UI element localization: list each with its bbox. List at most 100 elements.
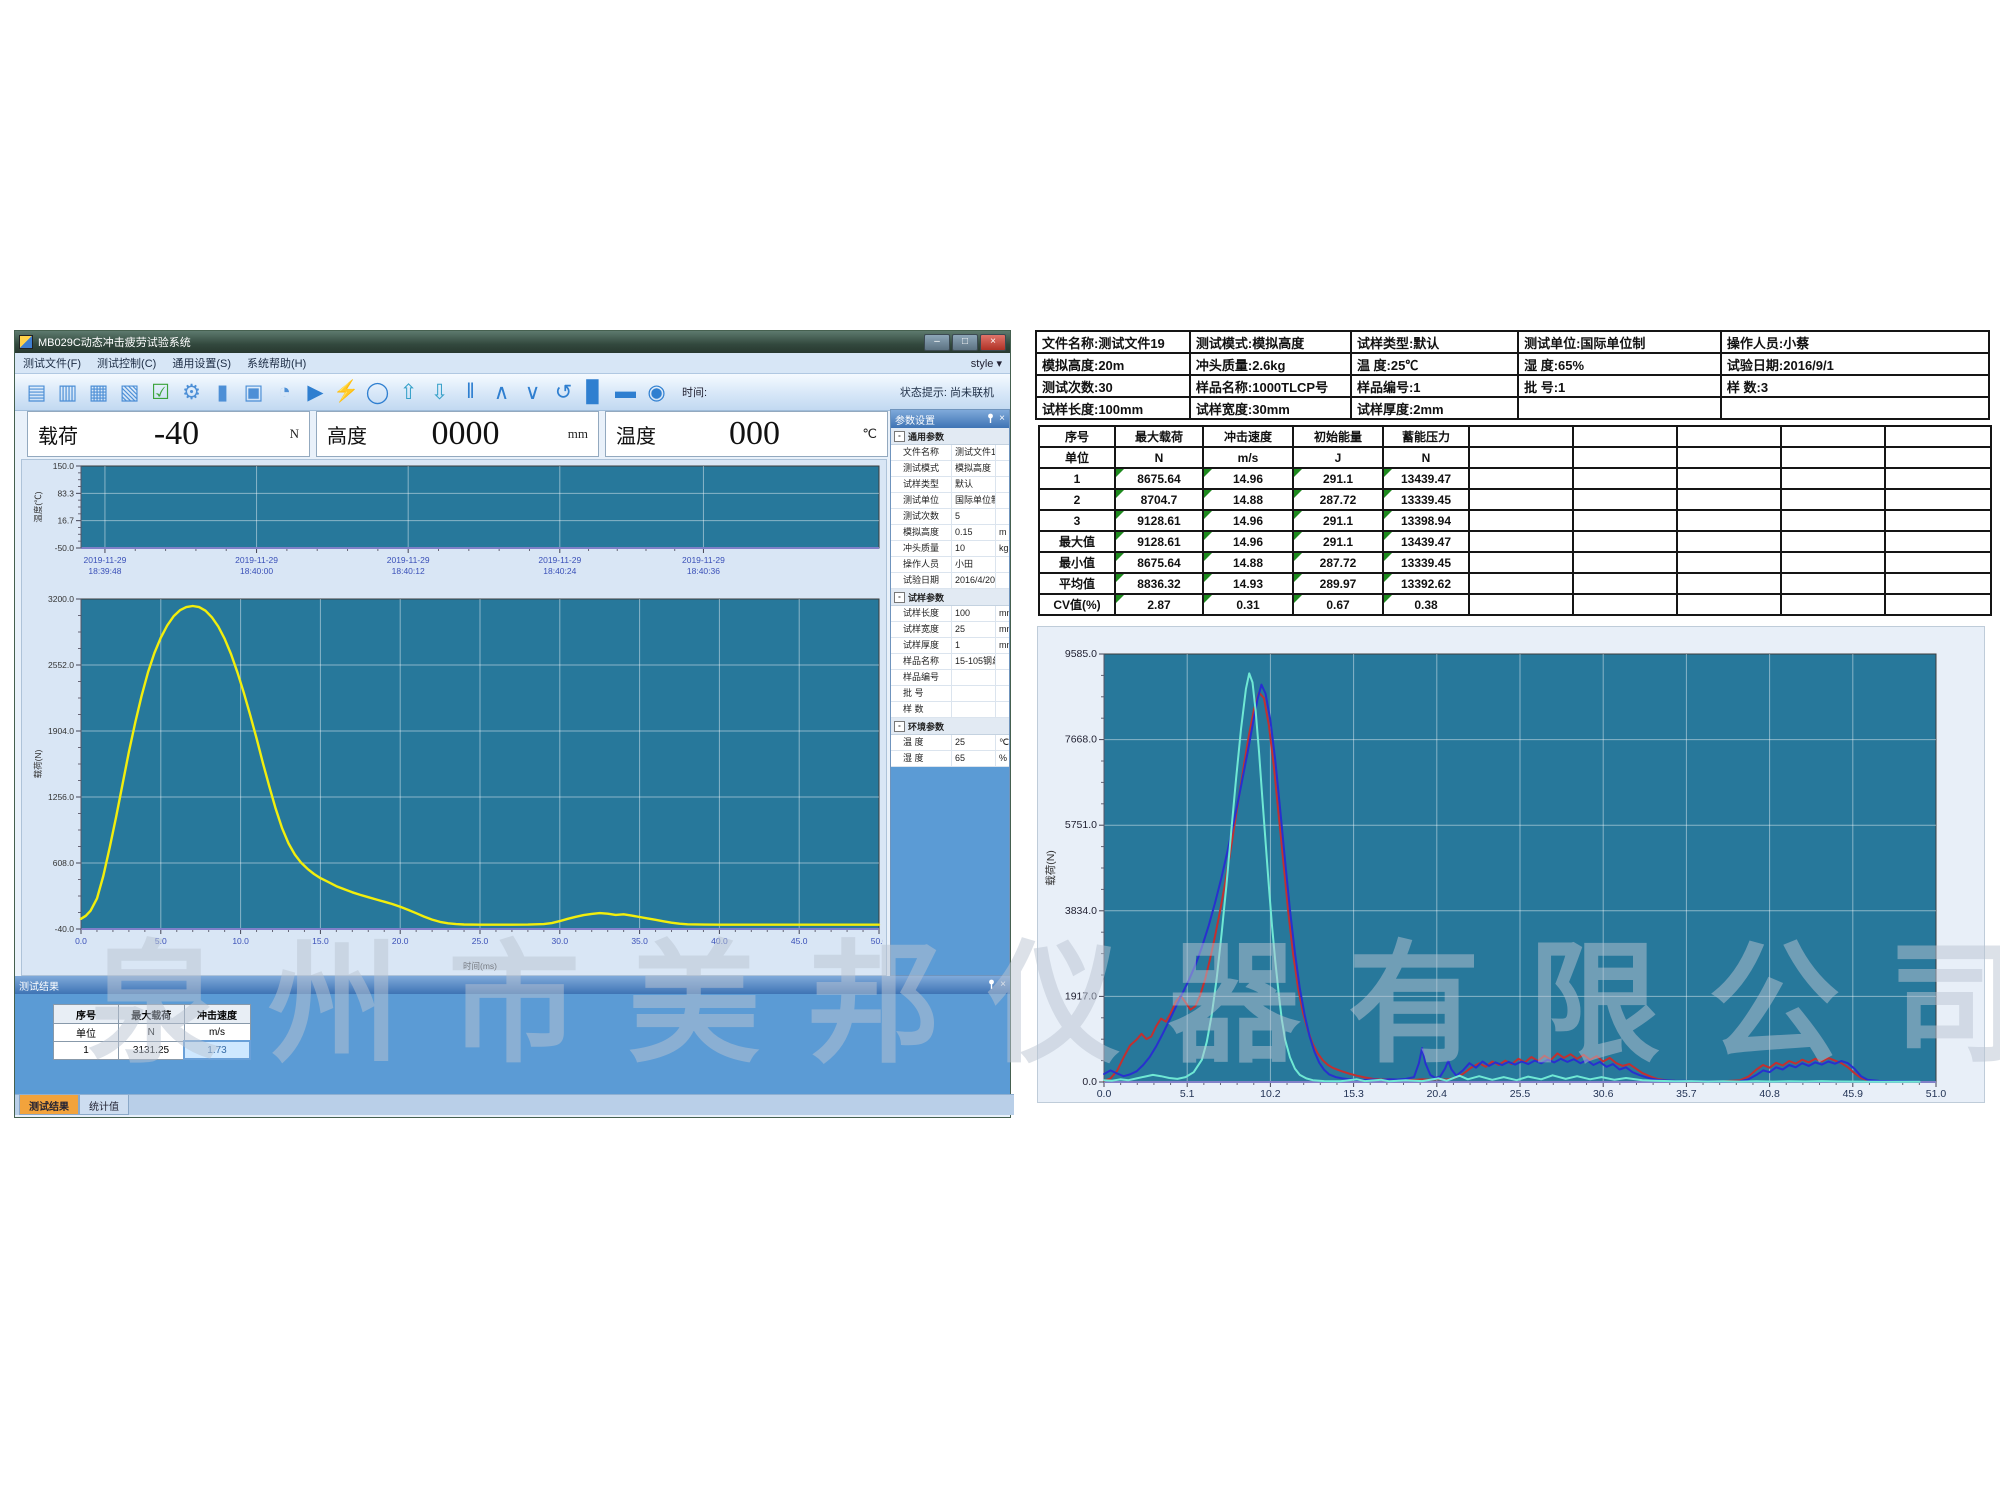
pause-icon[interactable]: ‖ (455, 377, 486, 407)
param-row[interactable]: 试验日期2016/4/20 (891, 573, 1009, 589)
cell-flag-triangle (1204, 532, 1212, 540)
move-up-icon[interactable]: ⇧ (393, 377, 424, 407)
pin-icon[interactable] (987, 979, 996, 992)
save-icon[interactable]: ▦ (83, 377, 114, 407)
chart-panel-icon[interactable]: ▬ (610, 377, 641, 407)
close-file-icon[interactable]: ▧ (114, 377, 145, 407)
return-undo-icon[interactable]: ↺ (548, 377, 579, 407)
menu-item-3[interactable]: 系统帮助(H) (247, 355, 306, 371)
param-value[interactable]: 2016/4/20 (952, 573, 996, 588)
param-row[interactable]: 测试次数5 (891, 509, 1009, 525)
svg-text:0.0: 0.0 (75, 936, 87, 946)
param-value[interactable]: 65 (952, 751, 996, 766)
cell-flag-triangle (1116, 532, 1124, 540)
temperature-strip-chart: 150.083.316.7-50.02019-11-2918:39:482019… (25, 462, 883, 596)
collapse-icon[interactable]: - (894, 431, 905, 442)
param-row[interactable]: 湿 度65% (891, 751, 1009, 767)
param-row[interactable]: 试样长度100mm (891, 606, 1009, 622)
close-icon[interactable]: × (999, 414, 1005, 424)
table-row: 试样长度:100mm试样宽度:30mm试样厚度:2mm (1036, 397, 1989, 419)
param-value[interactable]: 15-105钢丝带 (952, 654, 996, 669)
data-cell (1781, 552, 1885, 573)
clean-brush-icon[interactable]: ⚡ (331, 377, 362, 407)
param-value[interactable]: 5 (952, 509, 996, 524)
close-icon[interactable]: × (1000, 980, 1006, 990)
jog-down-icon[interactable]: ∨ (517, 377, 548, 407)
param-value[interactable]: 小田 (952, 557, 996, 572)
settings-gear-icon[interactable]: ⚙ (176, 377, 207, 407)
svg-text:温度(℃): 温度(℃) (33, 491, 43, 522)
param-value[interactable]: 测试文件1 (952, 445, 996, 460)
param-unit: mm (996, 606, 1009, 621)
close-button[interactable]: × (980, 334, 1006, 351)
open-file-icon[interactable]: ▥ (52, 377, 83, 407)
param-row[interactable]: 冲头质量10kg (891, 541, 1009, 557)
svg-text:18:39:48: 18:39:48 (88, 566, 121, 576)
data-cell: 3 (1039, 510, 1115, 531)
tab-results[interactable]: 测试结果 (19, 1095, 79, 1115)
param-row[interactable]: 文件名称测试文件1 (891, 445, 1009, 461)
menu-item-2[interactable]: 通用设置(S) (172, 355, 231, 371)
timer-icon[interactable]: ◔ (269, 377, 300, 407)
results-cell[interactable]: 1.73 (184, 1041, 250, 1059)
table-row: 28704.714.88287.7213339.45 (1039, 489, 1991, 510)
param-row[interactable]: 样品名称15-105钢丝带 (891, 654, 1009, 670)
info-cell: 试样类型:默认 (1351, 331, 1518, 353)
maximize-button[interactable]: □ (952, 334, 978, 351)
param-value[interactable]: 模拟高度 (952, 461, 996, 476)
data-cell: J (1293, 447, 1383, 468)
menu-item-0[interactable]: 测试文件(F) (23, 355, 81, 371)
param-value[interactable]: 25 (952, 735, 996, 750)
param-section-1[interactable]: -试样参数 (891, 589, 1009, 606)
param-row[interactable]: 温 度25℃ (891, 735, 1009, 751)
param-value[interactable] (952, 670, 996, 685)
param-row[interactable]: 模拟高度0.15m (891, 525, 1009, 541)
param-value[interactable]: 25 (952, 622, 996, 637)
param-value[interactable] (952, 686, 996, 701)
param-section-2[interactable]: -环境参数 (891, 718, 1009, 735)
cell-flag-triangle (1116, 511, 1124, 519)
lock-icon[interactable]: ▊ (579, 377, 610, 407)
svg-text:25.0: 25.0 (472, 936, 489, 946)
table-row: CV值(%)2.870.310.670.38 (1039, 594, 1991, 615)
param-row[interactable]: 批 号 (891, 686, 1009, 702)
jog-up-icon[interactable]: ∧ (486, 377, 517, 407)
start-play-icon[interactable]: ▶ (300, 377, 331, 407)
device-icon[interactable]: ▮ (207, 377, 238, 407)
param-value[interactable]: 国际单位制 (952, 493, 996, 508)
new-file-icon[interactable]: ▤ (21, 377, 52, 407)
svg-text:7668.0: 7668.0 (1065, 734, 1097, 746)
temperature-label: 温度 (616, 420, 656, 449)
param-row[interactable]: 样品编号 (891, 670, 1009, 686)
results-cell[interactable]: 3131.25 (119, 1041, 185, 1059)
pin-icon[interactable] (986, 413, 995, 426)
param-value[interactable]: 10 (952, 541, 996, 556)
param-row[interactable]: 试样类型默认 (891, 477, 1009, 493)
minimize-button[interactable]: – (924, 334, 950, 351)
param-section-0[interactable]: -通用参数 (891, 428, 1009, 445)
power-icon[interactable]: ◉ (641, 377, 672, 407)
data-cell (1885, 468, 1991, 489)
collapse-icon[interactable]: - (894, 592, 905, 603)
param-value[interactable]: 0.15 (952, 525, 996, 540)
param-row[interactable]: 试样厚度1mm (891, 638, 1009, 654)
cell-flag-triangle (1116, 469, 1124, 477)
results-cell[interactable]: 1 (54, 1041, 119, 1059)
param-row[interactable]: 试样宽度25mm (891, 622, 1009, 638)
param-row[interactable]: 测试单位国际单位制 (891, 493, 1009, 509)
param-row[interactable]: 测试模式模拟高度 (891, 461, 1009, 477)
param-value[interactable]: 1 (952, 638, 996, 653)
param-value[interactable]: 100 (952, 606, 996, 621)
package-icon[interactable]: ▣ (238, 377, 269, 407)
param-row[interactable]: 样 数 (891, 702, 1009, 718)
param-value[interactable] (952, 702, 996, 717)
collapse-icon[interactable]: - (894, 721, 905, 732)
menu-item-1[interactable]: 测试控制(C) (97, 355, 156, 371)
style-selector[interactable]: style ▾ (971, 357, 1002, 370)
tab-statistics[interactable]: 统计值 (79, 1095, 129, 1115)
reset-circle-icon[interactable]: ◯ (362, 377, 393, 407)
param-row[interactable]: 操作人员小田 (891, 557, 1009, 573)
connect-check-icon[interactable]: ☑ (145, 377, 176, 407)
move-down-icon[interactable]: ⇩ (424, 377, 455, 407)
param-value[interactable]: 默认 (952, 477, 996, 492)
